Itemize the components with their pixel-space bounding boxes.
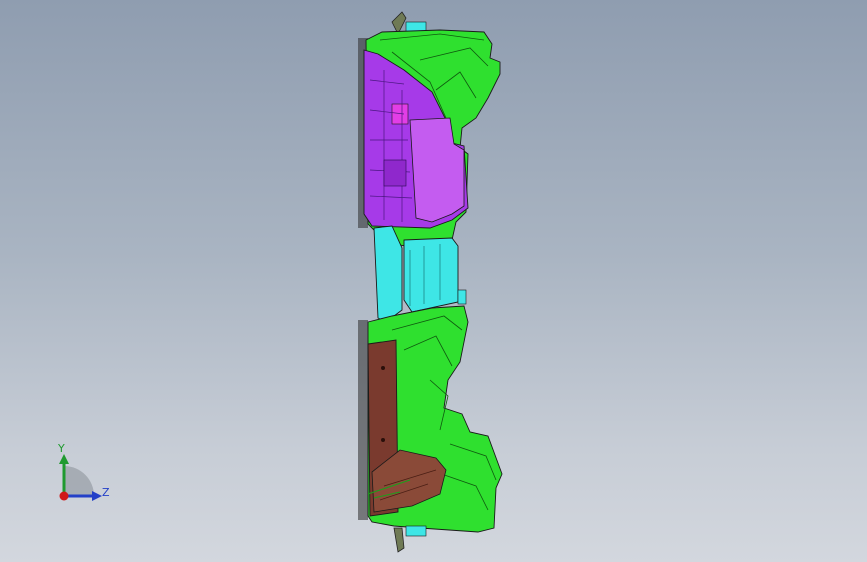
z-axis-label: Z	[102, 486, 110, 499]
model-rail-lower	[358, 320, 368, 520]
model-neck-right	[403, 237, 459, 313]
model-neck-tab	[457, 289, 467, 305]
triad-plane	[64, 466, 94, 496]
model-brown-hole-1	[381, 366, 385, 370]
z-axis-head	[92, 491, 102, 501]
y-axis-label: Y	[58, 442, 65, 455]
model-neck-left	[373, 225, 403, 323]
model-bottom-tab	[393, 527, 405, 553]
y-axis-head	[59, 454, 69, 464]
view-orientation-triad[interactable]: Y Z	[48, 440, 118, 510]
x-axis-dot	[59, 491, 69, 501]
3d-model[interactable]	[0, 0, 867, 562]
model-top-tab	[391, 11, 407, 35]
model-bottom-cyan-block	[405, 525, 427, 537]
model-purple-pocket	[383, 159, 407, 187]
model-magenta-pad	[391, 103, 409, 125]
model-brown-hole-2	[381, 438, 385, 442]
cad-graphics-viewport[interactable]: Y Z	[0, 0, 867, 562]
